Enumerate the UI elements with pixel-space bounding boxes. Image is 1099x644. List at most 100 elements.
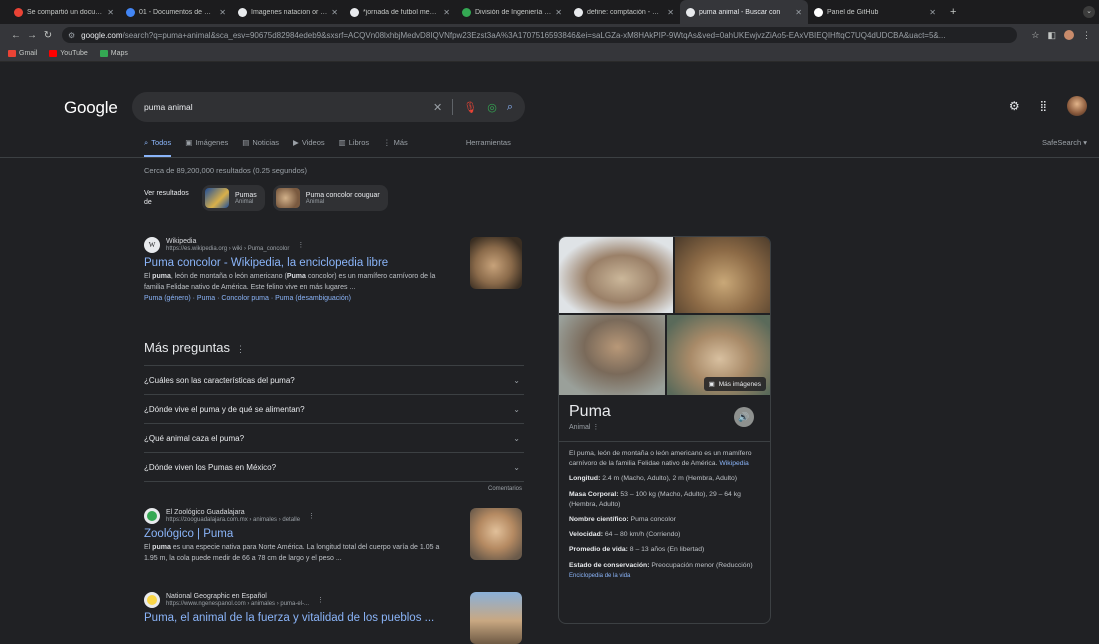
tab-search-icon[interactable]: ⌄: [1083, 6, 1095, 18]
kp-title: Puma: [569, 403, 611, 420]
kp-image-puma-rock[interactable]: [559, 315, 665, 395]
feedback-link[interactable]: Comentarios: [144, 481, 524, 492]
url-domain: google.com: [81, 30, 123, 40]
paa-question[interactable]: ¿Cuáles son las características del puma…: [144, 365, 524, 394]
kp-image-puma-snow[interactable]: [559, 237, 673, 313]
natgeo-icon: [144, 592, 160, 608]
search-box[interactable]: puma animal ✕ 🎙 ◎ ⌕: [132, 92, 525, 122]
puma-standing-thumbnail[interactable]: [470, 592, 522, 644]
result-title[interactable]: Puma concolor - Wikipedia, la encicloped…: [144, 257, 524, 269]
bookmark-youtube[interactable]: YouTube: [49, 50, 88, 57]
zoo-guadalajara-icon: [144, 508, 160, 524]
tools-button[interactable]: Herramientas: [466, 138, 511, 157]
reload-icon[interactable]: ↻: [40, 30, 56, 41]
search-icon[interactable]: ⌕: [507, 101, 513, 114]
result-title[interactable]: Zoológico | Puma: [144, 528, 524, 540]
gmail-icon: [14, 7, 23, 17]
browser-tab[interactable]: División de Ingeniería Eléc ✕: [456, 0, 568, 24]
tab-mas[interactable]: ⋮ Más: [383, 138, 408, 157]
settings-gear-icon[interactable]: ⚙: [1009, 99, 1020, 113]
paa-question[interactable]: ¿Dónde viven los Pumas en México? ⌄: [144, 452, 524, 481]
close-tab-icon[interactable]: ✕: [219, 8, 226, 17]
tab-todos[interactable]: ⌕ Todos: [144, 138, 172, 157]
profile-avatar-icon[interactable]: [1064, 30, 1074, 40]
kp-menu-icon[interactable]: ⋮: [592, 424, 599, 431]
search-tabs: ⌕ Todos ▣ Imágenes ▤ Noticias ▶ Videos ▥ Libros ⋮ M…: [144, 138, 511, 157]
microphone-icon[interactable]: 🎙: [463, 101, 477, 114]
kp-fact: Longitud: 2.4 m (Macho, Adulto), 2 m (He…: [569, 475, 738, 483]
puma-thumbnail[interactable]: [470, 237, 522, 289]
result-sitelinks[interactable]: Puma (género) · Puma · Concolor puma · P…: [144, 295, 524, 302]
libros-icon: ▥: [338, 138, 346, 147]
kp-source-link[interactable]: Wikipedia: [719, 460, 748, 467]
google-logo[interactable]: Google: [64, 98, 118, 118]
tab-libros[interactable]: ▥ Libros: [339, 138, 370, 157]
result-title[interactable]: Puma, el animal de la fuerza y vitalidad…: [144, 612, 524, 624]
result-snippet: El puma, león de montaña o león american…: [144, 273, 436, 291]
paa-question[interactable]: ¿Dónde vive el puma y de qué se alimenta…: [144, 394, 524, 423]
google-header: Google puma animal ✕ 🎙 ◎ ⌕ ⚙ ⣿ ⌕ Todos ▣ Im…: [0, 62, 1099, 158]
gmail-icon: [8, 50, 16, 57]
browser-tab[interactable]: define: comptación - Busc ✕: [568, 0, 680, 24]
address-bar[interactable]: ⚙ google.com/search?q=puma+animal&sca_es…: [62, 27, 1018, 43]
site-info-icon[interactable]: ⚙: [68, 31, 75, 40]
google-icon: [574, 7, 583, 17]
new-tab-button[interactable]: +: [950, 6, 956, 18]
kp-fact-source-link[interactable]: Enciclopedia de la vida: [569, 573, 630, 579]
tab-imagenes[interactable]: ▣ Imágenes: [185, 138, 228, 157]
knowledge-panel: ▣ Más imágenes Puma Animal ⋮ 🔊 El puma, l…: [558, 236, 771, 624]
related-chip-couguar[interactable]: Puma concolor couguar Animal: [272, 185, 388, 211]
google-icon: [350, 7, 359, 17]
close-tab-icon[interactable]: ✕: [929, 8, 936, 17]
tab-videos[interactable]: ▶ Videos: [293, 138, 325, 157]
github-icon: [814, 7, 823, 17]
browser-tab[interactable]: puma animal - Buscar con ✕: [680, 0, 808, 24]
google-icon: [686, 7, 695, 17]
avatar[interactable]: [1067, 96, 1087, 116]
kp-fact: Estado de conservación: Preocupación men…: [569, 561, 753, 579]
paa-question[interactable]: ¿Qué animal caza el puma? ⌄: [144, 423, 524, 452]
close-tab-icon[interactable]: ✕: [107, 8, 114, 17]
bookmarks-bar: Gmail YouTube Maps: [0, 46, 1099, 62]
paa-heading: Más preguntas ⋮: [144, 340, 245, 355]
bookmark-maps[interactable]: Maps: [99, 50, 128, 57]
related-entities: Ver resultados de Pumas Animal Puma conco…: [144, 185, 388, 211]
side-panel-icon[interactable]: ◧: [1047, 30, 1056, 41]
back-icon[interactable]: ←: [8, 30, 24, 41]
browser-tab[interactable]: *jornada de futbol mexican ✕: [344, 0, 456, 24]
close-tab-icon[interactable]: ✕: [667, 8, 674, 17]
people-also-ask: Más preguntas ⋮ ¿Cuáles son las caracterí…: [144, 340, 524, 492]
more-options-icon[interactable]: ⋮: [308, 512, 315, 520]
close-tab-icon[interactable]: ✕: [331, 8, 338, 17]
couguar-thumbnail: [275, 188, 300, 208]
close-tab-icon[interactable]: ✕: [555, 8, 562, 17]
kp-fact: Velocidad: 64 – 80 km/h (Corriendo): [569, 531, 681, 539]
close-tab-icon[interactable]: ✕: [795, 8, 802, 17]
paa-menu-icon[interactable]: ⋮: [236, 344, 245, 354]
clear-icon[interactable]: ✕: [433, 101, 442, 114]
forward-icon[interactable]: →: [24, 30, 40, 41]
browser-tab[interactable]: Imagenes natacion or futbo✕: [232, 0, 344, 24]
speaker-icon[interactable]: 🔊: [734, 407, 754, 427]
tab-noticias[interactable]: ▤ Noticias: [242, 138, 279, 157]
browser-tab[interactable]: 01 - Documentos de Goog ✕: [120, 0, 232, 24]
related-label: Ver resultados de: [144, 189, 189, 206]
search-input[interactable]: puma animal: [144, 102, 423, 112]
kp-image-puma-walking[interactable]: [675, 237, 770, 313]
safesearch-button[interactable]: SafeSearch ▾: [1042, 138, 1087, 147]
lens-icon[interactable]: ◎: [487, 101, 497, 114]
kp-description: El puma, león de montaña o león american…: [569, 450, 752, 468]
browser-menu-icon[interactable]: ⋮: [1082, 30, 1091, 41]
bookmark-star-icon[interactable]: ☆: [1031, 30, 1039, 41]
related-chip-pumas[interactable]: Pumas Animal: [202, 185, 265, 211]
apps-grid-icon[interactable]: ⣿: [1040, 101, 1047, 112]
puma-face-thumbnail[interactable]: [470, 508, 522, 560]
more-options-icon[interactable]: ⋮: [297, 241, 304, 249]
mas-icon: ⋮: [383, 138, 391, 147]
browser-tab[interactable]: Panel de GitHub ✕: [808, 0, 942, 24]
more-options-icon[interactable]: ⋮: [317, 596, 324, 604]
browser-tab[interactable]: Se compartió un document ✕: [8, 0, 120, 24]
more-images-button[interactable]: ▣ Más imágenes: [703, 377, 766, 391]
close-tab-icon[interactable]: ✕: [443, 8, 450, 17]
bookmark-gmail[interactable]: Gmail: [8, 50, 37, 57]
